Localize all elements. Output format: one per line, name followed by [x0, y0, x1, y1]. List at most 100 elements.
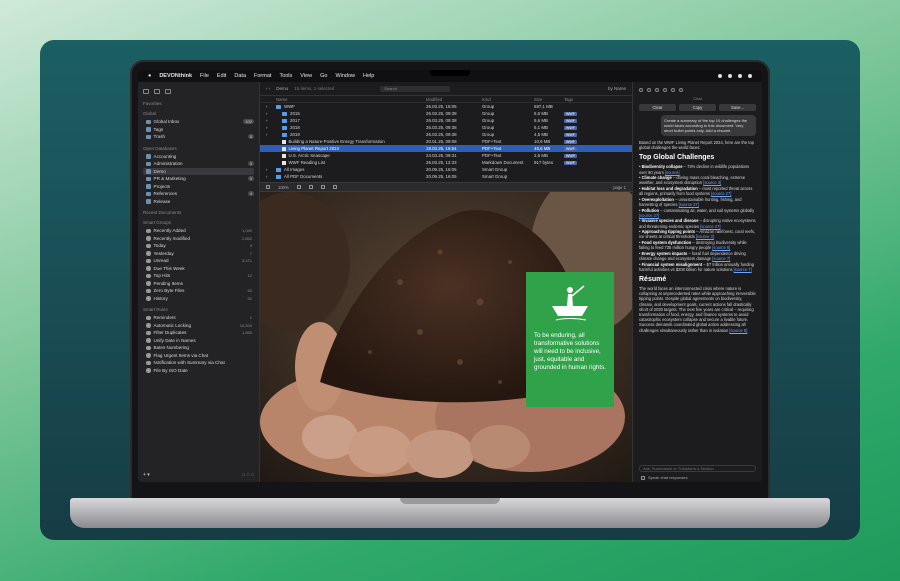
share-icon[interactable] [332, 185, 337, 189]
sidebar-item[interactable]: Administration 3 [143, 160, 254, 168]
tag-badge[interactable]: WWF [564, 140, 577, 144]
settings-icon[interactable] [165, 88, 171, 94]
sidebar-item[interactable]: Accounting [143, 153, 254, 161]
source-link[interactable]: [source 27] [700, 224, 720, 229]
column-tags[interactable]: Tags [564, 97, 594, 102]
back-icon[interactable]: ‹ › [266, 86, 270, 91]
highlight-icon[interactable] [296, 185, 301, 189]
disclosure-icon[interactable]: › [266, 174, 276, 179]
tag-badge[interactable]: WWF [564, 112, 577, 116]
import-icon[interactable] [154, 88, 160, 94]
source-link[interactable]: [source 27] [679, 202, 699, 207]
resume-source-link[interactable]: [source 8] [729, 328, 747, 333]
sidebar-section-title[interactable]: Global [143, 111, 254, 116]
sidebar-toggle-icon[interactable] [266, 185, 270, 189]
sidebar-item[interactable]: Global Inbox 102 [143, 118, 254, 126]
sidebar-item[interactable]: Filter Duplicates 1,855 [143, 329, 254, 337]
menu-window[interactable]: Window [335, 73, 355, 79]
apple-icon[interactable]: ● [148, 73, 151, 79]
search-icon[interactable] [738, 74, 742, 78]
sidebar-section-title[interactable]: Smart Rules [143, 307, 254, 312]
save-button[interactable]: Save... [719, 104, 756, 111]
column-kind[interactable]: Kind [482, 97, 534, 102]
menu-view[interactable]: View [300, 73, 312, 79]
sidebar-item[interactable]: Release [143, 198, 254, 206]
annotate-icon[interactable] [308, 185, 313, 189]
menu-data[interactable]: Data [234, 73, 246, 79]
table-row[interactable]: WWF Reading List 26.03.25, 12:33 Markdown … [260, 159, 632, 166]
sidebar-item[interactable]: Zero Byte Files 60 [143, 287, 254, 295]
sidebar-item[interactable]: Unify Date in Names [143, 337, 254, 345]
sidebar-item[interactable]: Unread 3,471 [143, 257, 254, 265]
menu-tools[interactable]: Tools [279, 73, 292, 79]
chat-input[interactable]: Ask, Summarize or Transform a Section [639, 465, 756, 472]
sidebar-item[interactable]: Bates Numbering [143, 344, 254, 352]
sidebar-item[interactable]: Recently modified 2,852 [143, 235, 254, 243]
menu-file[interactable]: File [200, 73, 209, 79]
table-row[interactable]: › All PDF Documents 20.09.25, 16:05 Smart G… [260, 173, 632, 180]
sidebar-section-title[interactable]: Recent Documents [143, 210, 254, 215]
search-input[interactable]: Search [380, 85, 451, 92]
sidebar-item[interactable]: Due This Week [143, 265, 254, 273]
sidebar-item[interactable]: Pending Items [143, 280, 254, 288]
tag-badge[interactable]: WWF [564, 161, 577, 165]
disclosure-icon[interactable]: › [266, 104, 276, 109]
table-row[interactable]: › All Images 20.09.25, 16:05 Smart Group [260, 166, 632, 173]
disclosure-icon[interactable]: › [266, 125, 276, 130]
table-row[interactable]: › 2018 26.03.25, 09:38 Group 5,1 MB WWF [260, 124, 632, 131]
disclosure-icon[interactable]: › [266, 132, 276, 137]
sidebar-item[interactable]: History 52 [143, 295, 254, 303]
menu-go[interactable]: Go [320, 73, 327, 79]
annotations-icon[interactable] [647, 88, 651, 92]
sidebar-item[interactable]: Automatic Locking 10,534 [143, 322, 254, 330]
add-icon[interactable]: + ▾ [143, 472, 150, 478]
menu-help[interactable]: Help [363, 73, 374, 79]
source-link[interactable]: [source] [665, 170, 680, 175]
sort-selector[interactable]: by Name [608, 86, 626, 91]
sidebar-item[interactable]: Yesterday 7 [143, 250, 254, 258]
sidebar-item[interactable]: Recently Added 1,049 [143, 227, 254, 235]
tag-badge[interactable]: WWF [564, 119, 577, 123]
column-size[interactable]: Size [534, 97, 564, 102]
menu-edit[interactable]: Edit [217, 73, 226, 79]
rotate-icon[interactable] [320, 185, 325, 189]
siri-icon[interactable] [748, 74, 752, 78]
sidebar-item[interactable]: Projects [143, 183, 254, 191]
sidebar-item[interactable]: Top Hits 12 [143, 272, 254, 280]
menu-app-name[interactable]: DEVONthink [159, 73, 192, 79]
sidebar-section-title[interactable]: Smart Groups [143, 220, 254, 225]
source-link[interactable]: [source 27] [711, 191, 731, 196]
speak-responses-option[interactable]: Speak chat responses [641, 475, 688, 480]
sidebar-item[interactable]: PR & Marketing 3 [143, 175, 254, 183]
sync-icon[interactable]: ◌ ◌ ◌ [242, 472, 254, 478]
clear-button[interactable]: Clear [639, 104, 676, 111]
sidebar-item[interactable]: Tags [143, 126, 254, 134]
zoom-level[interactable]: 100% [278, 185, 289, 190]
control-center-icon[interactable] [718, 74, 722, 78]
tag-badge[interactable]: WWF [564, 154, 577, 158]
source-link[interactable]: [source 7] [712, 256, 730, 261]
table-row[interactable]: › 2019 26.03.25, 09:38 Group 4,5 MB WWF [260, 131, 632, 138]
sidebar-item[interactable]: File By ISO Date [143, 367, 254, 375]
sidebar-item[interactable]: Reminders 1 [143, 314, 254, 322]
tag-badge[interactable]: WWF [564, 133, 577, 137]
chat-icon[interactable] [671, 88, 675, 92]
page-indicator[interactable]: page 1 [613, 185, 626, 190]
sidebar-item[interactable]: Flag Urgent Items via Chat [143, 352, 254, 360]
source-link[interactable]: [source 27] [639, 213, 659, 218]
table-row[interactable]: Building a Nature-Positive Energy Transf… [260, 138, 632, 145]
table-row[interactable]: Living Planet Report 2024 18.03.25, 16:54… [260, 145, 632, 152]
sidebar-section-title[interactable]: Open Databases [143, 146, 254, 151]
sidebar-item[interactable]: Notification with Summary via Chat [143, 359, 254, 367]
disclosure-icon[interactable]: › [266, 167, 276, 172]
source-link[interactable]: [source 3] [703, 180, 721, 185]
tags-icon[interactable] [679, 88, 683, 92]
sidebar-section-title[interactable]: Favorites [143, 101, 254, 106]
sidebar-item[interactable]: Demo [143, 167, 254, 175]
info-icon[interactable] [639, 88, 643, 92]
links-icon[interactable] [655, 88, 659, 92]
table-row[interactable]: › WWF 26.03.25, 16:05 Group 587,1 MB [260, 103, 632, 110]
sidebar-item[interactable]: Today 3 [143, 242, 254, 250]
table-row[interactable]: › 2017 26.03.25, 09:38 Group 5,6 MB WWF [260, 117, 632, 124]
table-row[interactable]: U.S. Arctic Seascape 24.03.25, 09:31 PDF+T… [260, 152, 632, 159]
